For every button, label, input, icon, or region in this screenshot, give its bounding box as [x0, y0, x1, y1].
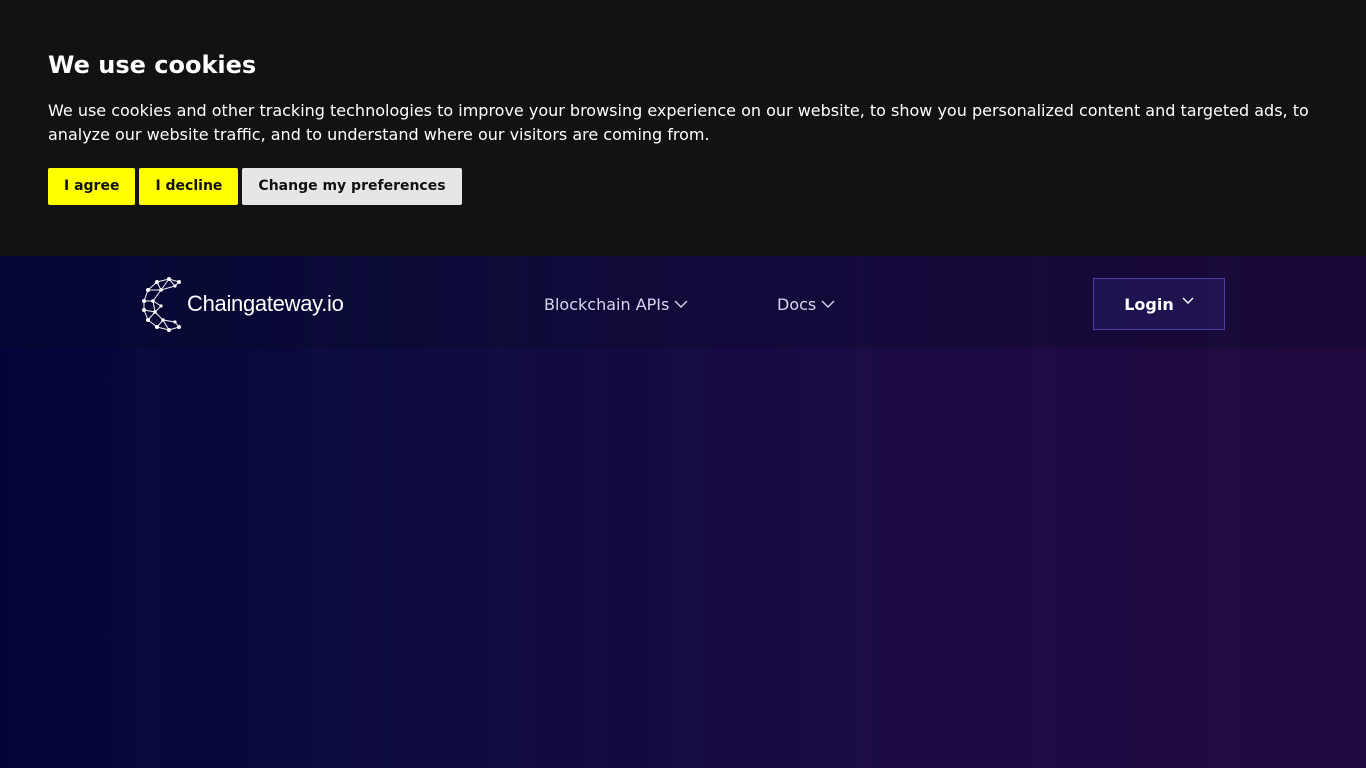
chevron-down-icon: [1182, 297, 1194, 305]
login-label: Login: [1124, 294, 1174, 314]
chevron-down-icon: [821, 300, 835, 309]
network-c-logo-icon: [141, 276, 187, 332]
nav-label-docs: Docs: [777, 294, 817, 314]
cookie-banner-text: We use cookies and other tracking techno…: [48, 101, 1309, 144]
cookie-banner-title: We use cookies: [48, 51, 257, 79]
nav-label-blockchain-apis: Blockchain APIs: [544, 294, 670, 314]
decline-button[interactable]: I decline: [139, 168, 239, 205]
login-button[interactable]: Login: [1093, 278, 1225, 330]
cookie-banner: We use cookies We use cookies and other …: [0, 0, 1366, 256]
agree-button[interactable]: I agree: [48, 168, 136, 205]
cookie-button-group: I agree I decline Change my preferences: [48, 168, 462, 205]
chevron-down-icon: [674, 300, 688, 309]
nav-blockchain-apis[interactable]: Blockchain APIs: [544, 292, 688, 316]
logo-text: Chaingateway.io: [187, 291, 344, 316]
nav-docs[interactable]: Docs: [777, 292, 835, 316]
site-logo[interactable]: Chaingateway.io: [141, 276, 344, 332]
change-preferences-button[interactable]: Change my preferences: [242, 168, 462, 205]
